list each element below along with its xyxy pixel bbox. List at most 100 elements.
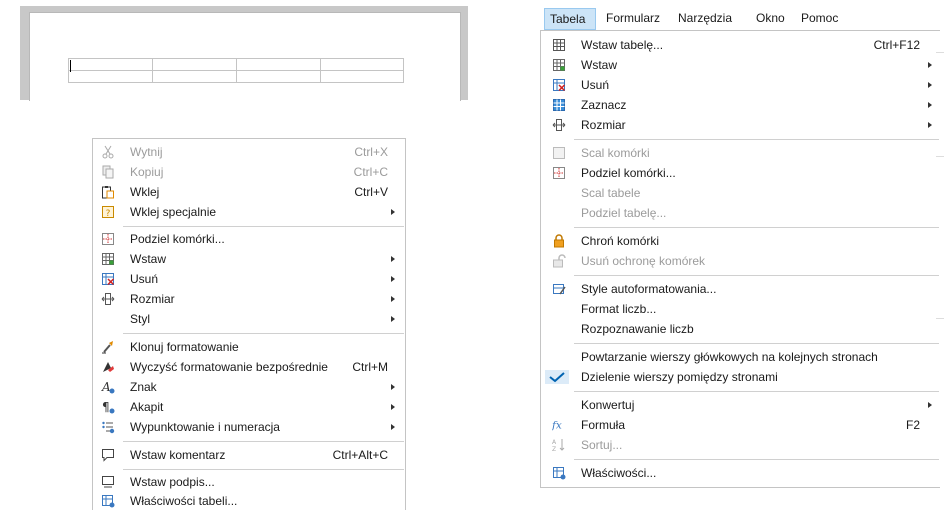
menu-item-split-cells[interactable]: Podziel komórki... [93, 229, 405, 249]
menu-item-autoformat-styles[interactable]: Style autoformatowania... [541, 279, 940, 299]
menu-item-paste-special[interactable]: ? Wklej specjalnie [93, 202, 405, 222]
document-table[interactable] [68, 58, 404, 83]
menu-item-copy[interactable]: Kopiuj Ctrl+C [93, 162, 405, 182]
menu-item-number-format[interactable]: Format liczb... [541, 299, 940, 319]
menu-item-convert[interactable]: Konwertuj [541, 395, 940, 415]
menu-item-label: Wstaw [130, 252, 166, 266]
menu-shortcut: Ctrl+Alt+C [332, 448, 388, 462]
menu-item-size[interactable]: Rozmiar [93, 289, 405, 309]
context-menu: Wytnij Ctrl+X Kopiuj Ctrl+C Wklej Ctrl+V… [92, 138, 406, 510]
menu-item-label: Konwertuj [581, 398, 635, 412]
submenu-arrow-icon [391, 384, 395, 390]
table-properties-icon [552, 466, 566, 480]
menu-item-label: Powtarzanie wierszy główkowych na kolejn… [581, 350, 878, 364]
autoformat-icon [552, 282, 566, 296]
menu-item-label: Sortuj... [581, 438, 623, 452]
menu-item-label: Scal komórki [581, 146, 650, 160]
menubar-item-narzedzia[interactable]: Narzędzia [678, 8, 732, 30]
svg-text:¶: ¶ [102, 400, 110, 414]
svg-text:A: A [552, 439, 557, 446]
menu-item-label: Styl [130, 312, 151, 326]
menu-shortcut: Ctrl+M [352, 360, 388, 374]
menu-separator [123, 226, 404, 227]
menu-item-label: Klonuj formatowanie [130, 340, 239, 354]
menu-item-insert-caption[interactable]: Wstaw podpis... [93, 472, 405, 492]
menu-separator [574, 343, 939, 344]
submenu-arrow-icon [391, 424, 395, 430]
menu-item-select[interactable]: Zaznacz [541, 95, 940, 115]
menu-separator [123, 469, 404, 470]
menu-separator [123, 441, 404, 442]
menu-item-number-recognition[interactable]: Rozpoznawanie liczb [541, 319, 940, 339]
menu-item-delete[interactable]: Usuń [93, 269, 405, 289]
menu-item-label: Usuń [581, 78, 610, 92]
menu-item-paste[interactable]: Wklej Ctrl+V [93, 182, 405, 202]
paragraph-icon: ¶ [101, 400, 115, 414]
menu-item-style[interactable]: Styl [93, 309, 405, 329]
menubar-item-tabela[interactable]: Tabela [544, 8, 596, 30]
menu-item-label: Rozpoznawanie liczb [581, 322, 694, 336]
menubar-item-formularz[interactable]: Formularz [606, 8, 660, 30]
table-icon [552, 38, 566, 52]
document-page[interactable] [29, 12, 461, 101]
checkmark-icon [545, 370, 569, 384]
clone-brush-icon [101, 340, 115, 354]
menu-item-clone-formatting[interactable]: Klonuj formatowanie [93, 337, 405, 357]
menubar-item-pomoc[interactable]: Pomoc [801, 8, 838, 30]
menu-item-split-rows-across-pages[interactable]: Dzielenie wierszy pomiędzy stronami [541, 367, 940, 387]
menu-item-label: Chroń komórki [581, 234, 660, 248]
menu-item-paragraph[interactable]: ¶ Akapit [93, 397, 405, 417]
menu-item-properties[interactable]: Właściwości... [541, 463, 940, 483]
menu-item-repeat-heading-rows[interactable]: Powtarzanie wierszy główkowych na kolejn… [541, 347, 940, 367]
menubar: Tabela Formularz Narzędzia Okno Pomoc [540, 8, 944, 30]
clear-format-icon [101, 360, 115, 374]
comment-icon [101, 448, 115, 462]
menu-item-character[interactable]: A Znak [93, 377, 405, 397]
menu-separator [123, 333, 404, 334]
menu-item-bullets-numbering[interactable]: Wypunktowanie i numeracja [93, 417, 405, 437]
insert-table-icon [101, 252, 115, 266]
menu-item-formula[interactable]: fx Formuła F2 [541, 415, 940, 435]
menu-item-split-table[interactable]: Podziel tabelę... [541, 203, 940, 223]
menu-item-merge-tables[interactable]: Scal tabele [541, 183, 940, 203]
menu-item-unprotect-cells[interactable]: Usuń ochronę komórek [541, 251, 940, 271]
submenu-arrow-icon [928, 402, 932, 408]
menu-item-label: Formuła [581, 418, 626, 432]
submenu-arrow-icon [391, 296, 395, 302]
menu-item-label: Format liczb... [581, 302, 657, 316]
menu-item-label: Zaznacz [581, 98, 627, 112]
menu-item-insert-comment[interactable]: Wstaw komentarz Ctrl+Alt+C [93, 445, 405, 465]
menu-item-insert[interactable]: Wstaw [541, 55, 940, 75]
fx-icon: fx [552, 418, 566, 432]
menu-item-label: Wstaw komentarz [130, 448, 226, 462]
menubar-item-okno[interactable]: Okno [756, 8, 785, 30]
split-cells-icon [552, 166, 566, 180]
menu-item-label: Scal tabele [581, 186, 641, 200]
menu-separator [574, 459, 939, 460]
menu-separator [574, 227, 939, 228]
menu-item-clear-direct-formatting[interactable]: Wyczyść formatowanie bezpośrednie Ctrl+M [93, 357, 405, 377]
delete-table-icon [101, 272, 115, 286]
menu-item-size[interactable]: Rozmiar [541, 115, 940, 135]
menu-item-label: Właściwości... [581, 466, 657, 480]
menu-item-insert-table[interactable]: Wstaw tabelę... Ctrl+F12 [541, 35, 940, 55]
merge-cells-icon [552, 146, 566, 160]
menu-item-protect-cells[interactable]: Chroń komórki [541, 231, 940, 251]
menu-item-delete[interactable]: Usuń [541, 75, 940, 95]
menu-item-split-cells[interactable]: Podziel komórki... [541, 163, 940, 183]
menu-item-merge-cells[interactable]: Scal komórki [541, 143, 940, 163]
menu-item-sort[interactable]: AZ Sortuj... [541, 435, 940, 455]
background-window-edge [936, 52, 944, 53]
menu-shortcut: Ctrl+X [354, 145, 388, 159]
menu-item-label: Dzielenie wierszy pomiędzy stronami [581, 370, 778, 384]
menu-item-label: Style autoformatowania... [581, 282, 717, 296]
menu-item-insert[interactable]: Wstaw [93, 249, 405, 269]
paste-icon [101, 185, 115, 199]
menu-shortcut: Ctrl+F12 [873, 38, 920, 52]
paste-special-icon: ? [101, 205, 115, 219]
menu-item-cut[interactable]: Wytnij Ctrl+X [93, 142, 405, 162]
svg-text:?: ? [106, 209, 111, 219]
menu-item-label: Rozmiar [130, 292, 175, 306]
menu-item-table-properties[interactable]: Właściwości tabeli... [93, 491, 405, 511]
svg-text:fx: fx [552, 420, 562, 432]
